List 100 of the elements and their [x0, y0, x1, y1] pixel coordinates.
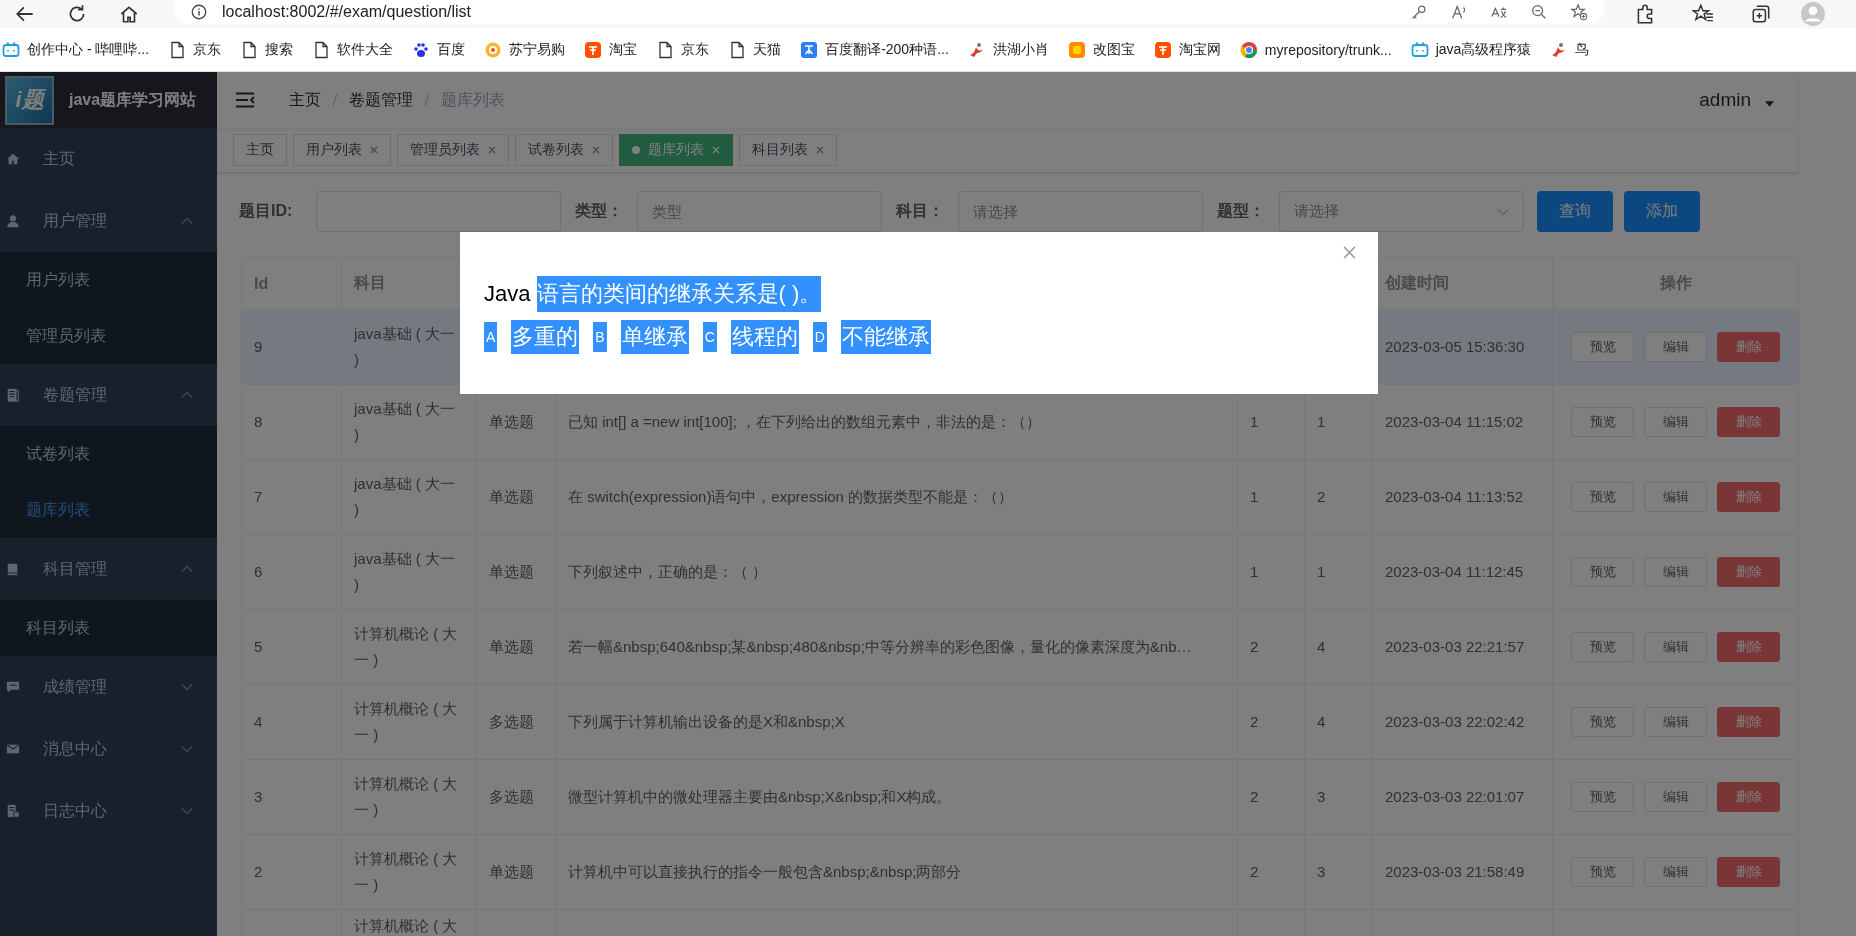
- row-action-button[interactable]: 删除: [1717, 857, 1780, 887]
- bookmark-link[interactable]: 洪湖小肖: [967, 40, 1049, 59]
- table-cell: 1: [1250, 563, 1259, 580]
- table-cell: 下列属于计算机输出设备的是X和&nbsp;X: [568, 713, 845, 730]
- row-action-button[interactable]: 编辑: [1644, 632, 1707, 662]
- bookmark-link[interactable]: 搜索: [240, 40, 294, 59]
- shop-icon: [584, 40, 603, 59]
- table-cell: 2: [1250, 713, 1259, 730]
- bookmark-link[interactable]: 创作中心 - 哔哩哔...: [2, 40, 150, 59]
- table-cell: 下列叙述中，正确的是：（ ）: [568, 563, 768, 580]
- table-cell: 单选题: [489, 863, 534, 880]
- page-tab[interactable]: 主页: [233, 134, 287, 166]
- table-cell: 多选题: [489, 788, 534, 805]
- menu-icon[interactable]: [235, 92, 255, 108]
- field-label: 题目ID:: [239, 201, 294, 221]
- row-action-button[interactable]: 删除: [1717, 407, 1780, 437]
- bookmark-link[interactable]: 淘宝网: [1153, 40, 1221, 59]
- page-tab[interactable]: 科目列表: [739, 134, 837, 166]
- row-action-button[interactable]: 编辑: [1644, 857, 1707, 887]
- table-cell-text: 计算机概论 ( 大: [354, 916, 458, 936]
- add-favorite-icon[interactable]: [1570, 3, 1588, 21]
- input-field[interactable]: [316, 191, 561, 232]
- table-cell: 计算机中可以直接执行的指令一般包含&nbsp;&nbsp;两部分: [568, 863, 962, 880]
- row-action-button[interactable]: 预览: [1571, 407, 1634, 437]
- home-icon: [6, 152, 20, 166]
- key-icon[interactable]: [1410, 3, 1428, 21]
- row-action-button[interactable]: 编辑: [1644, 782, 1707, 812]
- sidebar-subitem[interactable]: 试卷列表: [0, 426, 217, 482]
- bookmark-link[interactable]: 软件大全: [312, 40, 394, 59]
- row-action-button[interactable]: 删除: [1717, 482, 1780, 512]
- row-action-button[interactable]: 预览: [1571, 482, 1634, 512]
- tv-icon: [1410, 40, 1429, 59]
- table-cell: 9: [254, 338, 263, 355]
- row-action-button[interactable]: 编辑: [1644, 332, 1707, 362]
- option-text: 不能继承: [840, 320, 931, 354]
- bookmark-link[interactable]: 京东: [168, 40, 222, 59]
- table-cell: 4: [1317, 713, 1326, 730]
- table-cell: 2023-03-03 22:02:42: [1385, 713, 1525, 730]
- bookmark-link[interactable]: java高级程序猿: [1410, 40, 1532, 59]
- table-cell: 3: [254, 788, 263, 805]
- breadcrumb-link[interactable]: 卷题管理: [349, 89, 413, 111]
- bookmark-link[interactable]: 鸟: [1550, 40, 1590, 59]
- table-cell: 1: [1317, 563, 1326, 580]
- table-cell: 4: [1317, 638, 1326, 655]
- action-button[interactable]: 查询: [1537, 191, 1613, 232]
- page-tab[interactable]: 试卷列表: [515, 134, 613, 166]
- row-action-button[interactable]: 删除: [1717, 707, 1780, 737]
- bookmark-link[interactable]: 淘宝: [584, 40, 638, 59]
- bookmark-link[interactable]: 改图宝: [1067, 40, 1135, 59]
- bookmark-link[interactable]: 苏宁易购: [484, 40, 566, 59]
- sidebar-subitem[interactable]: 用户列表: [0, 252, 217, 308]
- row-action-button[interactable]: 预览: [1571, 857, 1634, 887]
- table-cell: 2023-03-03 22:21:57: [1385, 638, 1525, 655]
- bookmark-link[interactable]: myrepository/trunk...: [1239, 40, 1392, 59]
- page-icon: [728, 40, 747, 59]
- row-action-button[interactable]: 删除: [1717, 782, 1780, 812]
- sidebar-subitem[interactable]: 管理员列表: [0, 308, 217, 364]
- info-icon[interactable]: [190, 3, 208, 21]
- chat-icon: [6, 680, 20, 694]
- row-action-button[interactable]: 删除: [1717, 632, 1780, 662]
- sidebar-subitem[interactable]: 科目列表: [0, 600, 217, 656]
- user-menu-button[interactable]: admin: [1699, 89, 1774, 111]
- field-label: 科目：: [896, 201, 945, 221]
- row-action-button[interactable]: 预览: [1571, 782, 1634, 812]
- row-action-button[interactable]: 编辑: [1644, 482, 1707, 512]
- row-action-button[interactable]: 删除: [1717, 557, 1780, 587]
- option-letter: C: [702, 322, 717, 352]
- row-action-button[interactable]: 预览: [1571, 632, 1634, 662]
- report-icon: [6, 804, 20, 818]
- shop-icon: [1153, 40, 1172, 59]
- address-bar[interactable]: localhost:8002/#/exam/question/list: [174, 0, 1604, 24]
- bookmark-link[interactable]: 百度: [412, 40, 466, 59]
- read-aloud-icon[interactable]: [1450, 3, 1468, 21]
- caret-icon: [1765, 101, 1774, 107]
- zoom-out-icon[interactable]: [1530, 3, 1548, 21]
- table-cell: 2: [254, 863, 263, 880]
- question-text: 语言的类间的继承关系是( )。: [536, 276, 822, 312]
- bookmark-link[interactable]: 百度翻译-200种语...: [800, 40, 949, 59]
- breadcrumb-link[interactable]: 主页: [289, 89, 321, 111]
- question-text: Java: [484, 280, 532, 308]
- dot-icon: [632, 146, 640, 154]
- sidebar-subitem[interactable]: 题库列表: [0, 482, 217, 538]
- person-icon: [6, 214, 20, 228]
- collections-icon[interactable]: [1750, 3, 1772, 25]
- bookmark-link[interactable]: 天猫: [728, 40, 782, 59]
- action-button[interactable]: 添加: [1624, 191, 1700, 232]
- option-letter: D: [812, 322, 827, 352]
- table-cell: 若一幅&nbsp;640&nbsp;某&nbsp;480&nbsp;中等分辨率的彩色图像，量化的像素深度为&nb…: [568, 638, 1192, 655]
- page-tab[interactable]: 题库列表: [619, 134, 733, 166]
- row-action-button[interactable]: 编辑: [1644, 707, 1707, 737]
- page-tab[interactable]: 用户列表: [293, 134, 391, 166]
- row-action-button[interactable]: 删除: [1717, 332, 1780, 362]
- page-tab[interactable]: 管理员列表: [397, 134, 509, 166]
- row-action-button[interactable]: 预览: [1571, 707, 1634, 737]
- row-action-button[interactable]: 编辑: [1644, 557, 1707, 587]
- close-icon[interactable]: [1343, 246, 1356, 259]
- row-action-button[interactable]: 编辑: [1644, 407, 1707, 437]
- row-action-button[interactable]: 预览: [1571, 557, 1634, 587]
- bookmark-link[interactable]: 京东: [656, 40, 710, 59]
- row-action-button[interactable]: 预览: [1571, 332, 1634, 362]
